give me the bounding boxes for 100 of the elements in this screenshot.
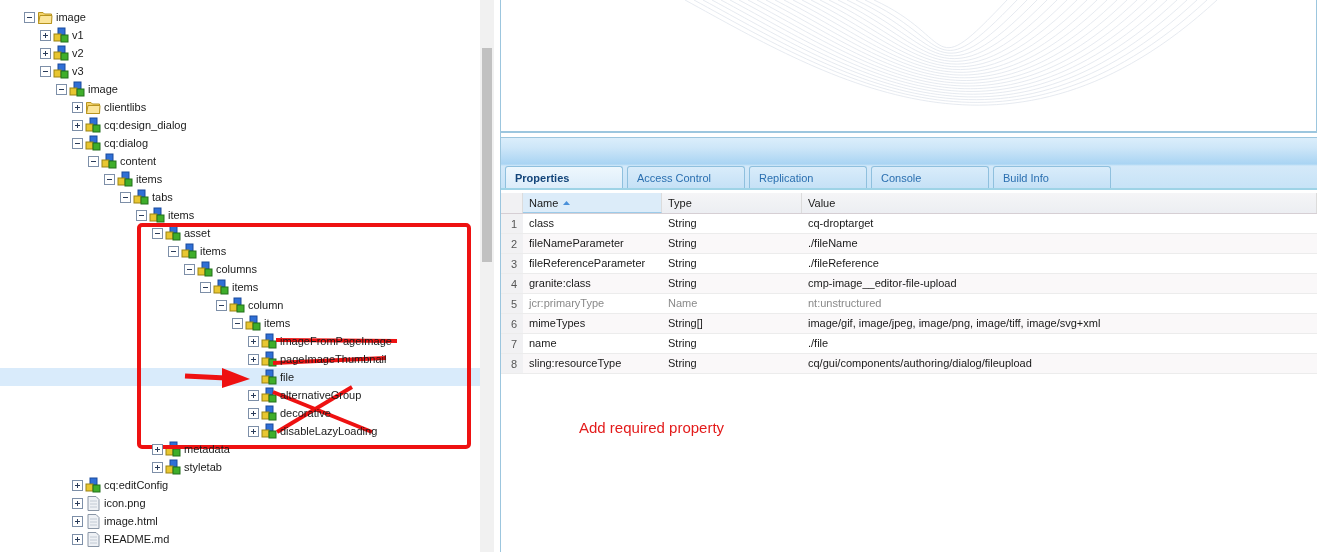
node-icon — [261, 423, 277, 439]
tree-item[interactable]: v2 — [72, 46, 84, 60]
tree-item[interactable]: styletab — [184, 460, 222, 474]
column-header[interactable]: Name — [523, 193, 662, 213]
node-icon — [165, 225, 181, 241]
collapse-toggle[interactable] — [104, 173, 115, 185]
expand-toggle[interactable] — [72, 101, 83, 113]
tab[interactable]: Properties — [505, 166, 623, 188]
tree-item[interactable]: items — [200, 244, 227, 258]
tree-item[interactable]: column — [248, 298, 284, 312]
collapse-toggle[interactable] — [184, 263, 195, 275]
tree-item[interactable]: image — [56, 10, 86, 24]
collapse-toggle[interactable] — [120, 191, 131, 203]
tree-item[interactable]: columns — [216, 262, 257, 276]
table-cell-text: String — [667, 256, 698, 271]
tree-item[interactable]: content — [120, 154, 157, 168]
collapse-toggle[interactable] — [56, 83, 67, 95]
row-number: 6 — [501, 314, 523, 333]
collapse-toggle[interactable] — [216, 299, 227, 311]
table-cell-text: ./file — [807, 336, 830, 351]
column-header[interactable]: Value — [802, 193, 1317, 213]
node-icon — [69, 81, 85, 97]
tree-item[interactable]: items — [168, 208, 195, 222]
expand-toggle[interactable] — [248, 353, 259, 365]
collapse-toggle[interactable] — [40, 65, 51, 77]
collapse-toggle[interactable] — [72, 137, 83, 149]
table-cell-text: String — [667, 356, 698, 371]
tree-item[interactable]: v1 — [72, 28, 84, 42]
tree-item[interactable]: image — [88, 82, 118, 96]
file-icon — [85, 513, 101, 529]
node-icon — [85, 477, 101, 493]
expand-toggle[interactable] — [72, 515, 83, 527]
expand-toggle[interactable] — [40, 29, 51, 41]
tree-item[interactable]: clientlibs — [104, 100, 147, 114]
tree-item[interactable]: tabs — [152, 190, 173, 204]
node-icon — [149, 207, 165, 223]
tree-item[interactable]: asset — [184, 226, 211, 240]
tree-item[interactable]: disableLazyLoading — [280, 424, 378, 438]
expand-toggle[interactable] — [72, 119, 83, 131]
tab[interactable]: Console — [871, 166, 989, 188]
node-icon — [245, 315, 261, 331]
expand-toggle[interactable] — [72, 497, 83, 509]
collapse-toggle[interactable] — [24, 11, 35, 23]
tree-item[interactable]: icon.png — [104, 496, 146, 510]
table-cell-text: Name — [667, 296, 699, 311]
collapse-toggle[interactable] — [152, 227, 163, 239]
table-cell-text: cq-droptarget — [807, 216, 875, 231]
node-icon — [85, 117, 101, 133]
table-cell-text: sling:resourceType — [528, 356, 623, 371]
tab[interactable]: Replication — [749, 166, 867, 188]
expand-toggle[interactable] — [152, 443, 163, 455]
expand-toggle[interactable] — [248, 407, 259, 419]
arrow — [184, 368, 250, 388]
tab[interactable]: Access Control — [627, 166, 745, 188]
expand-toggle[interactable] — [248, 335, 259, 347]
expand-toggle[interactable] — [40, 47, 51, 59]
node-icon — [53, 63, 69, 79]
row-number: 4 — [501, 274, 523, 293]
table-cell-text: ./fileReference — [807, 256, 880, 271]
tree-item[interactable]: items — [264, 316, 291, 330]
expand-toggle[interactable] — [248, 425, 259, 437]
table-cell-text: nt:unstructured — [807, 296, 883, 311]
tree-item[interactable]: items — [232, 280, 259, 294]
row-number: 2 — [501, 234, 523, 253]
expand-toggle[interactable] — [72, 533, 83, 545]
collapse-toggle[interactable] — [168, 245, 179, 257]
tree-item[interactable]: cq:design_dialog — [104, 118, 187, 132]
collapse-toggle[interactable] — [232, 317, 243, 329]
scrollbar-thumb[interactable] — [482, 48, 492, 262]
tab[interactable]: Build Info — [993, 166, 1111, 188]
node-icon — [133, 189, 149, 205]
expand-toggle[interactable] — [152, 461, 163, 473]
collapse-toggle[interactable] — [200, 281, 211, 293]
scrollbar[interactable] — [480, 0, 494, 552]
node-icon — [181, 243, 197, 259]
table-cell-text: fileNameParameter — [528, 236, 625, 251]
table-cell-text: String — [667, 236, 698, 251]
node-icon — [261, 405, 277, 421]
tree-item[interactable]: items — [136, 172, 163, 186]
column-header[interactable]: Type — [662, 193, 802, 213]
tree-item[interactable]: metadata — [184, 442, 230, 456]
table-cell-text: String — [667, 336, 698, 351]
header-cell — [501, 193, 523, 213]
expand-toggle[interactable] — [72, 479, 83, 491]
expand-toggle[interactable] — [248, 389, 259, 401]
tree-item[interactable]: file — [280, 370, 295, 384]
folder-icon — [85, 99, 101, 115]
tree-item[interactable]: v3 — [72, 64, 84, 78]
tree-item[interactable]: image.html — [104, 514, 158, 528]
table-cell-text: ./fileName — [807, 236, 859, 251]
node-icon — [53, 45, 69, 61]
collapse-toggle[interactable] — [88, 155, 99, 167]
file-icon — [85, 495, 101, 511]
tree-item[interactable]: README.md — [104, 532, 170, 546]
collapse-toggle[interactable] — [136, 209, 147, 221]
tree-item[interactable]: cq:dialog — [104, 136, 149, 150]
table-cell-text: String[] — [667, 316, 704, 331]
tree-item[interactable]: cq:editConfig — [104, 478, 169, 492]
annotation-note: Add required property — [579, 419, 725, 436]
table-cell-text: fileReferenceParameter — [528, 256, 647, 271]
